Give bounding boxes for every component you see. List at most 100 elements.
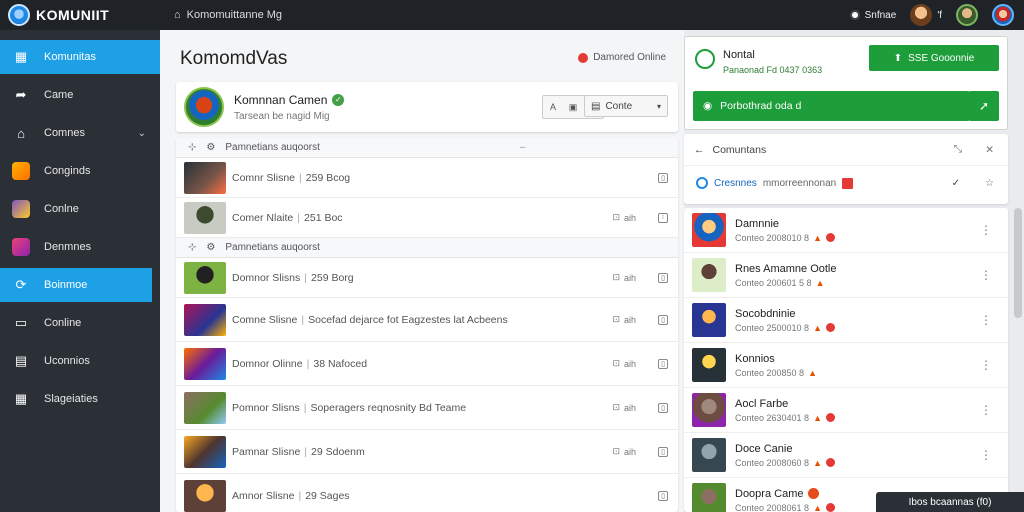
home-icon[interactable]: ⌂	[174, 9, 181, 21]
row-action-icon[interactable]: ▯	[658, 446, 668, 457]
drag-handle-icon[interactable]: ⁞	[658, 212, 668, 223]
group-header[interactable]: ⊹ ⚙ Pamnetians auqoorst –	[176, 138, 678, 158]
more-icon[interactable]: ⋮	[980, 313, 992, 327]
grid-icon[interactable]: ▣	[563, 96, 583, 118]
row-title: Comer Nlaite	[232, 211, 294, 224]
avatar[interactable]	[184, 87, 224, 127]
chat-toast[interactable]: Ibos bcaannas (f0)	[876, 492, 1024, 512]
row-icons: ⊡ aih	[612, 272, 636, 283]
back-icon[interactable]: ←	[694, 144, 705, 156]
list-item[interactable]: Socobdninie Conteo 2500010 8 ▲ ⋮	[684, 298, 1008, 343]
profile-subtitle: Tarsean be nagid Mig	[234, 110, 330, 122]
list-item[interactable]: Aocl Farbe Conteo 2630401 8 ▲ ⋮	[684, 388, 1008, 433]
communities-header: ← Comuntans ⤡ ✕	[684, 134, 1008, 166]
brand[interactable]: KOMUNIIT	[0, 4, 160, 26]
table-row[interactable]: Comer Nlaite | 251 Boc ⊡ aih ⁞	[176, 198, 678, 238]
row-action-icon[interactable]: ▯	[658, 358, 668, 369]
list-item-name: Doce Canie	[735, 443, 835, 455]
check-icon[interactable]: ✓	[952, 178, 960, 189]
sidebar-item-uconnios[interactable]: ▤ Uconnios	[0, 344, 160, 378]
list-item-sub: Conteo 200601 5 8 ▲	[735, 278, 837, 288]
list-item-name: Konnios	[735, 353, 817, 365]
sidebar-item-comnes[interactable]: ⌂ Comnes ⌄	[0, 116, 160, 150]
table-row[interactable]: Amnor Slisne | 29 Sages ▯	[176, 474, 678, 512]
promo-bar[interactable]: ◉ Porbothrad oda d	[693, 91, 970, 121]
sort-select-value: Conte	[605, 100, 633, 112]
sidebar-item-label: Conginds	[44, 165, 91, 177]
community-icon	[696, 177, 708, 189]
group-header[interactable]: ⊹ ⚙ Pamnetians auqoorst	[176, 238, 678, 258]
community-row[interactable]: Cresnnes mmorreennonan ✓ ☆	[684, 166, 1008, 200]
online-status[interactable]: Damored Online	[578, 52, 666, 63]
list-item-texts: Socobdninie Conteo 2500010 8 ▲	[735, 308, 835, 333]
list-item[interactable]: Doce Canie Conteo 2008060 8 ▲ ⋮	[684, 433, 1008, 478]
row-separator: |	[297, 211, 301, 224]
profile-texts: Komnnan Camen ✓ Tarsean be nagid Mig	[234, 92, 345, 122]
list-item-name-text: Konnios	[735, 352, 775, 365]
star-icon[interactable]: ☆	[985, 178, 994, 189]
list-item-name: Doopra Came	[735, 488, 835, 500]
row-action-icon[interactable]: ▯	[658, 172, 668, 183]
table-row[interactable]: Comne Slisne | Socefad dejarce fot Eagzest…	[176, 298, 678, 342]
row-action-icon[interactable]: ▯	[658, 490, 668, 501]
grid-icon: ▤	[14, 353, 28, 368]
collapse-icon[interactable]: ⤡	[954, 143, 962, 156]
sort-select[interactable]: ▤ Conte ▾	[584, 95, 668, 117]
table-row[interactable]: Domnor Slisns | 259 Borg ⊡ aih ▯	[176, 258, 678, 298]
table-row[interactable]: Pamnar Slisne | 29 Sdoenm ⊡ aih ▯	[176, 430, 678, 474]
table-row[interactable]: Domnor Olinne | 38 Nafoced ⊡ aih ▯	[176, 342, 678, 386]
avatar-profile[interactable]	[992, 4, 1014, 26]
table-row[interactable]: Pomnor Slisns | Soperagers reqnosnity Bd T…	[176, 386, 678, 430]
list-item-name: Rnes Amamne Ootle	[735, 263, 837, 275]
sidebar-item-komunitas[interactable]: ▦ Komunitas	[0, 40, 160, 74]
sidebar-item-denmnes[interactable]: Denmnes	[0, 230, 160, 264]
sidebar-item-conlne[interactable]: Conlne	[0, 192, 160, 226]
scrollbar[interactable]	[1014, 208, 1022, 318]
primary-action-button[interactable]: ⬆ SSE Gooonnie	[869, 45, 999, 71]
row-title: Comne Slisne	[232, 313, 298, 326]
chevron-down-icon[interactable]: ⌄	[138, 128, 146, 139]
chevron-down-icon: ▾	[656, 101, 661, 111]
more-icon[interactable]: ⋮	[980, 223, 992, 237]
row-title: Comnr Slisne	[232, 171, 296, 184]
more-icon[interactable]: ⋮	[980, 448, 992, 462]
sidebar-item-came[interactable]: ➦ Came	[0, 78, 160, 112]
sidebar-item-conginds[interactable]: Conginds	[0, 154, 160, 188]
game-thumbnail	[184, 391, 226, 424]
top-bar: KOMUNIIT ⌂ Komomuittanne Mg Snfnae 'f	[0, 0, 1024, 30]
settings-icon: ⚙	[206, 142, 216, 153]
promo-bar-label: Porbothrad oda d	[720, 100, 802, 112]
profile-name: Komnnan Camen	[234, 92, 328, 107]
more-icon[interactable]: ⋮	[980, 358, 992, 372]
sidebar-item-label: Came	[44, 89, 74, 101]
font-icon[interactable]: A	[543, 96, 563, 118]
row-action-icon[interactable]: ▯	[658, 314, 668, 325]
more-icon[interactable]: ⋮	[980, 268, 992, 282]
arrow-icon: ➚	[978, 99, 990, 113]
list-item-sub: Conteo 2008061 8 ▲	[735, 503, 835, 512]
game-tile-icon	[12, 238, 30, 256]
list-item-texts: Rnes Amamne Ootle Conteo 200601 5 8 ▲	[735, 263, 837, 288]
close-icon[interactable]: ✕	[985, 144, 994, 156]
row-action-icon[interactable]: ▯	[658, 272, 668, 283]
avatar-secondary[interactable]	[956, 4, 978, 26]
status-indicator[interactable]: Snfnae	[849, 10, 896, 21]
list-item[interactable]: Konnios Conteo 200850 8 ▲ ⋮	[684, 343, 1008, 388]
row-action-icon[interactable]: ▯	[658, 402, 668, 413]
avatar	[692, 483, 726, 512]
more-icon[interactable]: ⋮	[980, 403, 992, 417]
table-row[interactable]: Comnr Slisne | 259 Bcog ▯	[176, 158, 678, 198]
list-item[interactable]: Damnnie Conteo 2008010 8 ▲ ⋮	[684, 208, 1008, 253]
row-text: Domnor Slisns | 259 Borg	[232, 272, 354, 284]
list-item-name-text: Aocl Farbe	[735, 397, 789, 410]
row-meta: Soperagers reqnosnity Bd Teame	[310, 401, 467, 414]
sidebar-item-slageiaties[interactable]: ▦ Slageiaties	[0, 382, 160, 416]
list-item[interactable]: Rnes Amamne Ootle Conteo 200601 5 8 ▲ ⋮	[684, 253, 1008, 298]
sidebar-item-boinmoe[interactable]: ⟳ Boinmoe	[0, 268, 152, 302]
collapse-icon[interactable]: –	[520, 142, 526, 153]
sidebar-item-conline[interactable]: ▭ Conline	[0, 306, 160, 340]
user-menu[interactable]: 'f	[910, 4, 942, 26]
row-text: Amnor Slisne | 29 Sages	[232, 490, 350, 502]
go-button[interactable]: ➚	[969, 91, 999, 121]
list-item-texts: Konnios Conteo 200850 8 ▲	[735, 353, 817, 378]
